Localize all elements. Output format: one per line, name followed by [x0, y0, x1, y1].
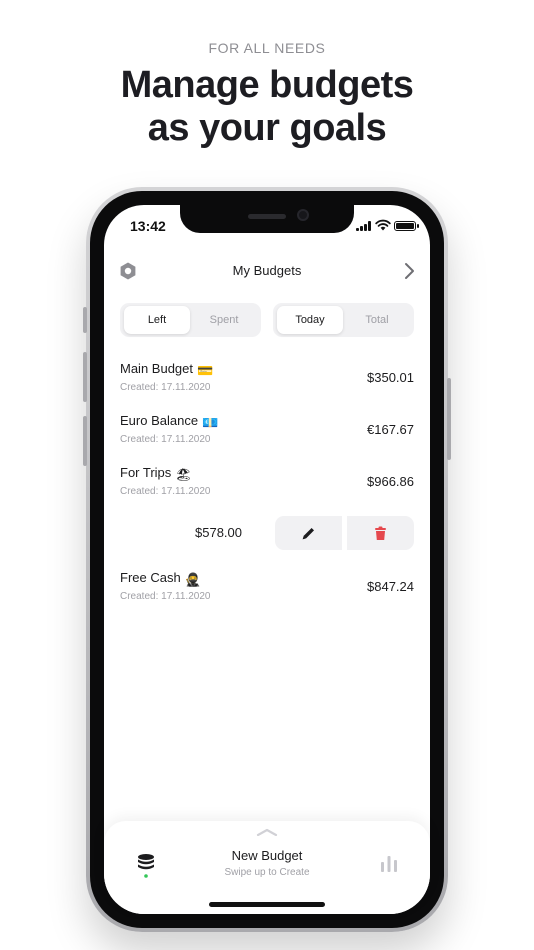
- chevron-right-icon[interactable]: [400, 261, 418, 281]
- status-time: 13:42: [130, 218, 166, 234]
- balance-segmented-control: Left Spent: [120, 303, 261, 337]
- new-budget-hint: Swipe up to Create: [224, 867, 310, 878]
- budget-amount: $847.24: [367, 579, 414, 594]
- pencil-icon: [302, 528, 314, 540]
- earpiece-speaker: [248, 214, 286, 219]
- phone-mute-switch: [83, 307, 87, 333]
- budget-amount: €167.67: [367, 422, 414, 437]
- headline-line-1: Manage budgets: [120, 64, 414, 106]
- home-indicator: [209, 902, 325, 907]
- trash-icon: [375, 526, 386, 540]
- budget-row-free-cash[interactable]: Free Cash 🥷 Created: 17.11.2020 $847.24: [120, 570, 414, 614]
- notch: [180, 205, 354, 233]
- chevron-up-icon[interactable]: [256, 828, 278, 836]
- budget-created-date: Created: 17.11.2020: [120, 486, 211, 497]
- promo-headline: Manage budgets as your goals: [0, 64, 534, 150]
- settings-icon[interactable]: [118, 261, 138, 281]
- credit-card-icon: 💳: [197, 363, 214, 378]
- budget-name: Free Cash 🥷: [120, 570, 201, 587]
- budget-created-date: Created: 17.11.2020: [120, 591, 211, 602]
- beach-umbrella-icon: 🏖: [175, 467, 192, 482]
- ninja-icon: 🥷: [184, 572, 201, 587]
- edit-button[interactable]: [275, 516, 342, 550]
- battery-icon: [394, 221, 419, 231]
- period-segmented-control: Today Total: [273, 303, 414, 337]
- new-budget-title[interactable]: New Budget: [180, 848, 354, 863]
- phone-volume-down: [83, 416, 87, 466]
- promo-eyebrow: FOR ALL NEEDS: [208, 40, 326, 56]
- segment-total[interactable]: Total: [344, 306, 410, 334]
- budget-created-date: Created: 17.11.2020: [120, 382, 211, 393]
- budget-amount: $966.86: [367, 474, 414, 489]
- front-camera: [297, 209, 309, 221]
- budget-amount: $350.01: [367, 370, 414, 385]
- euro-banknote-icon: 💶: [202, 415, 219, 430]
- stack-icon[interactable]: [136, 853, 156, 879]
- page-title: My Budgets: [232, 263, 302, 278]
- bar-chart-icon[interactable]: [379, 854, 399, 872]
- budget-row-trips[interactable]: For Trips 🏖 Created: 17.11.2020 $966.86: [120, 465, 414, 509]
- delete-button[interactable]: [347, 516, 414, 550]
- phone-volume-up: [83, 352, 87, 402]
- phone-power-button: [447, 378, 451, 460]
- budget-name: For Trips 🏖: [120, 465, 192, 482]
- signal-icon: [356, 221, 372, 231]
- swiped-budget-amount[interactable]: $578.00: [180, 525, 242, 540]
- budget-name: Euro Balance 💶: [120, 413, 219, 430]
- segment-spent[interactable]: Spent: [191, 306, 257, 334]
- wifi-icon: [375, 219, 391, 231]
- segment-left[interactable]: Left: [124, 306, 190, 334]
- headline-line-2: as your goals: [147, 107, 387, 149]
- budget-name: Main Budget 💳: [120, 361, 214, 378]
- budget-created-date: Created: 17.11.2020: [120, 434, 211, 445]
- budget-row-main[interactable]: Main Budget 💳 Created: 17.11.2020 $350.01: [120, 361, 414, 405]
- segment-today[interactable]: Today: [277, 306, 343, 334]
- budget-row-euro[interactable]: Euro Balance 💶 Created: 17.11.2020 €167.6…: [120, 413, 414, 457]
